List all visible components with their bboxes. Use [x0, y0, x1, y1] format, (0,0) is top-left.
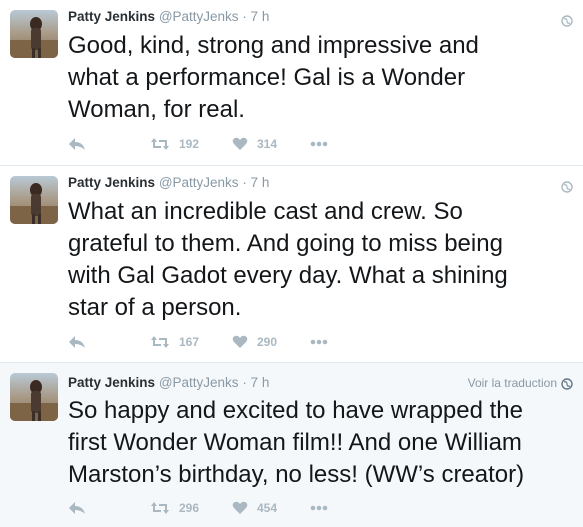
like-button[interactable]: 454	[232, 498, 277, 518]
avatar[interactable]	[10, 10, 58, 58]
tweet-text: So happy and excited to have wrapped the…	[68, 397, 525, 488]
more-icon	[310, 141, 328, 147]
reply-icon	[69, 138, 85, 150]
author-handle[interactable]: @PattyJenks	[159, 9, 239, 24]
tweet[interactable]: Patty Jenkins @PattyJenks · 7 h Good, ki…	[0, 0, 583, 166]
reply-button[interactable]	[68, 134, 86, 154]
heart-icon	[232, 137, 248, 150]
retweet-button[interactable]: 167	[150, 332, 199, 352]
more-button[interactable]	[310, 498, 328, 518]
reply-icon	[69, 502, 85, 514]
reply-button[interactable]	[68, 498, 86, 518]
retweet-icon	[151, 502, 169, 514]
tweet-text: Good, kind, strong and impressive and wh…	[68, 32, 479, 123]
like-button[interactable]: 290	[232, 332, 277, 352]
like-count: 454	[257, 501, 278, 515]
tweet[interactable]: Patty Jenkins @PattyJenks · 7 h What an …	[0, 166, 583, 363]
avatar[interactable]	[10, 373, 58, 421]
retweet-button[interactable]: 192	[150, 134, 199, 154]
retweet-button[interactable]: 296	[150, 498, 199, 518]
heart-icon	[232, 501, 248, 514]
reply-icon	[69, 336, 85, 348]
like-count: 314	[257, 137, 278, 151]
reply-button[interactable]	[68, 332, 86, 352]
tweet-time[interactable]: · 7 h	[242, 9, 269, 24]
retweet-icon	[151, 336, 169, 348]
like-button[interactable]: 314	[232, 134, 277, 154]
retweet-count: 296	[179, 501, 200, 515]
avatar[interactable]	[10, 176, 58, 224]
retweet-count: 167	[179, 335, 200, 349]
tweet-time[interactable]: · 7 h	[242, 175, 269, 190]
author-handle[interactable]: @PattyJenks	[159, 175, 239, 190]
more-icon	[310, 339, 328, 345]
tweet[interactable]: Patty Jenkins @PattyJenks · 7 h Voir la …	[0, 363, 583, 527]
tweet-header: Patty Jenkins @PattyJenks · 7 h	[68, 8, 269, 26]
author-name[interactable]: Patty Jenkins	[68, 375, 155, 390]
heart-icon	[232, 335, 248, 348]
author-handle[interactable]: @PattyJenks	[159, 375, 239, 390]
author-name[interactable]: Patty Jenkins	[68, 175, 155, 190]
retweet-icon	[151, 138, 169, 150]
tweet-header: Patty Jenkins @PattyJenks · 7 h	[68, 174, 269, 192]
retweet-count: 192	[179, 137, 200, 151]
tweet-header: Patty Jenkins @PattyJenks · 7 h	[68, 374, 269, 392]
more-icon	[310, 505, 328, 511]
globe-icon	[561, 377, 573, 395]
tweet-text: What an incredible cast and crew. So gra…	[68, 198, 508, 321]
author-name[interactable]: Patty Jenkins	[68, 9, 155, 24]
more-button[interactable]	[310, 134, 328, 154]
tweet-time[interactable]: · 7 h	[242, 375, 269, 390]
more-button[interactable]	[310, 332, 328, 352]
like-count: 290	[257, 335, 278, 349]
translate-link[interactable]: Voir la traduction	[468, 375, 557, 391]
